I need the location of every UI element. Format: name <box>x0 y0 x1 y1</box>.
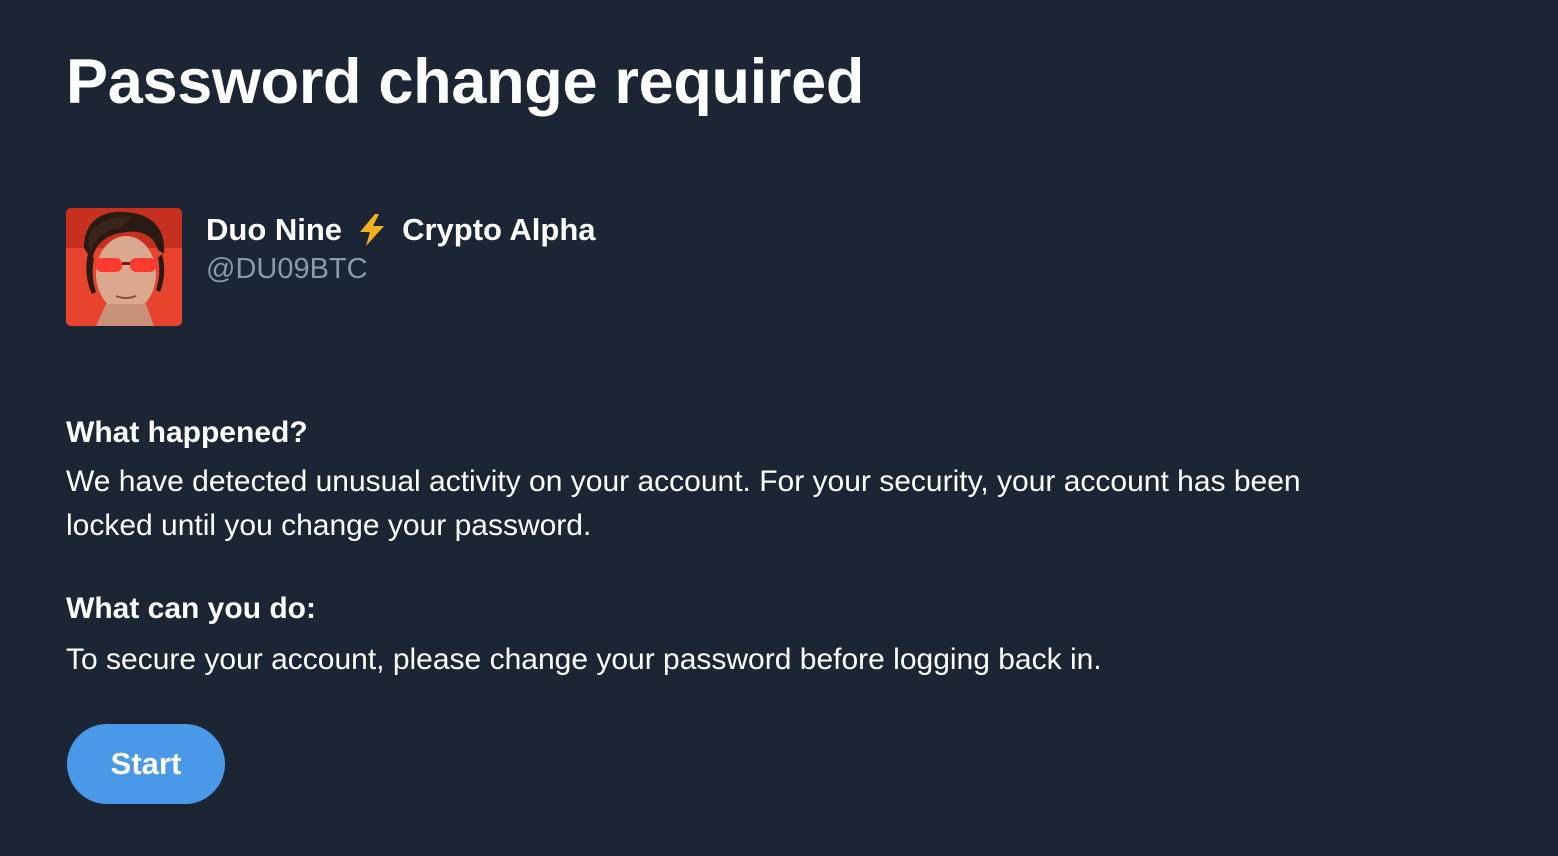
profile-text: Duo Nine Crypto Alpha @DU09BTC <box>206 210 596 288</box>
what-happened-body-line2: locked until you change your password. <box>66 509 592 542</box>
display-name-part1: Duo Nine <box>206 212 343 247</box>
what-can-you-do-heading: What can you do: <box>66 592 316 625</box>
what-happened-body: We have detected unusual activity on you… <box>66 460 1301 548</box>
account-profile: Duo Nine Crypto Alpha @DU09BTC <box>66 208 596 326</box>
start-button[interactable]: Start <box>67 724 225 804</box>
display-name: Duo Nine Crypto Alpha <box>206 210 596 250</box>
what-happened-body-line1: We have detected unusual activity on you… <box>66 465 1301 498</box>
avatar <box>66 208 182 326</box>
password-change-page: Password change required Duo Nine Crypto… <box>0 0 1558 856</box>
display-name-part2: Crypto Alpha <box>402 212 596 247</box>
account-handle: @DU09BTC <box>206 253 368 285</box>
what-can-you-do-body: To secure your account, please change yo… <box>66 643 1102 676</box>
lightning-bolt-icon <box>356 213 388 247</box>
what-happened-heading: What happened? <box>66 416 308 449</box>
page-title: Password change required <box>66 47 865 117</box>
